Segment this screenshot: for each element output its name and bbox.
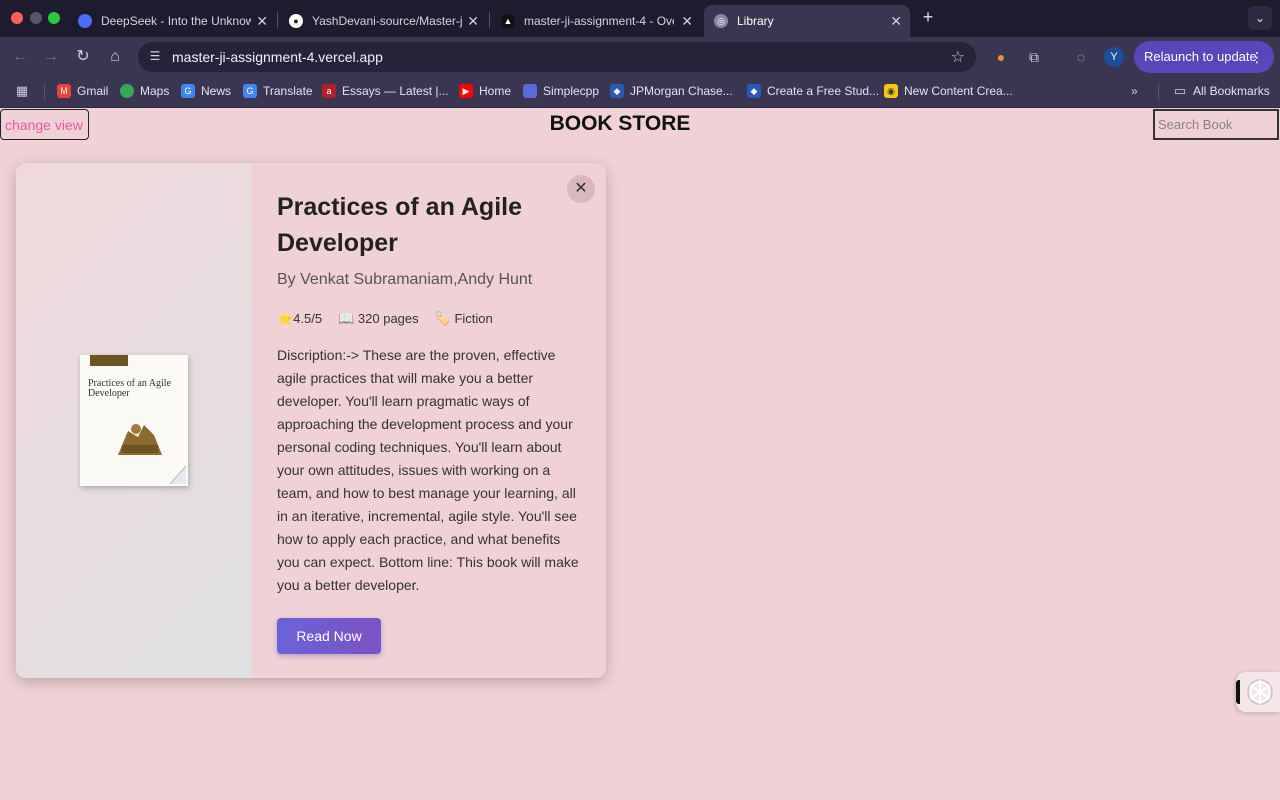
bookmark-label: Gmail — [77, 84, 109, 98]
browser-tab-github[interactable]: ● YashDevani-source/Master-ji ✕ — [279, 5, 487, 37]
publisher-band — [90, 355, 128, 366]
bookmarks-bar: ▦ M Gmail Maps G News G Translate a Essays —… — [0, 77, 1280, 108]
browser-tab-bar: DeepSeek - Into the Unknown ✕ ● YashDeva… — [0, 0, 1280, 37]
close-tab-icon[interactable]: ✕ — [681, 13, 693, 30]
cover-title: Practices of an Agile Developer — [88, 378, 172, 399]
bookmark-label: All Bookmarks — [1193, 84, 1270, 98]
performance-icon[interactable]: ◌ — [1072, 48, 1090, 66]
tab-search-button[interactable]: ⌄ — [1248, 6, 1272, 30]
bookmarks-divider — [1158, 84, 1159, 100]
bookmark-news[interactable]: G News — [181, 84, 231, 98]
close-window-button[interactable] — [11, 12, 23, 24]
widget-edge — [1236, 680, 1240, 704]
read-now-button[interactable]: Read Now — [277, 618, 381, 654]
relaunch-button[interactable]: Relaunch to update ⋮ — [1134, 41, 1274, 73]
browser-toolbar: ← → ↻ ⌂ ☰ master-ji-assignment-4.vercel.… — [0, 37, 1280, 77]
bookmark-label: News — [201, 84, 232, 98]
forward-arrow-icon[interactable]: → — [40, 46, 62, 68]
book-genre: 🏷️ Fiction — [434, 311, 493, 326]
maps-icon — [120, 84, 134, 98]
url-text[interactable]: master-ji-assignment-4.vercel.app — [172, 49, 383, 65]
create-icon: ◆ — [747, 84, 761, 98]
new-tab-button[interactable]: + — [918, 7, 938, 29]
bookmark-label: New Content Crea... — [904, 84, 1013, 98]
more-bookmarks-chevron-icon[interactable]: » — [1131, 84, 1138, 98]
extensions-puzzle-icon[interactable]: ⧉ — [1025, 48, 1043, 66]
bookmark-essays[interactable]: a Essays — Latest |... — [322, 84, 449, 98]
browser-tab-library[interactable]: ◎ Library ✕ — [704, 5, 910, 37]
close-tab-icon[interactable]: ✕ — [890, 13, 902, 30]
bookmark-label: JPMorgan Chase... — [630, 84, 733, 98]
back-arrow-icon[interactable]: ← — [9, 46, 31, 68]
bookmark-gmail[interactable]: M Gmail — [57, 84, 108, 98]
essays-icon: a — [322, 84, 336, 98]
book-rating: ⭐4.5/5 — [277, 311, 323, 326]
deepseek-icon — [78, 14, 92, 28]
profile-avatar[interactable]: Y — [1104, 47, 1124, 67]
bookmark-label: Maps — [140, 84, 170, 98]
assistant-flower-icon — [1247, 679, 1273, 705]
reload-icon[interactable]: ↻ — [72, 46, 94, 68]
bookmark-new-content[interactable]: ◉ New Content Crea... — [884, 84, 1013, 98]
news-icon: G — [181, 84, 195, 98]
apps-grid-icon[interactable]: ▦ — [15, 83, 35, 98]
bookmark-translate[interactable]: G Translate — [243, 84, 313, 98]
relaunch-label: Relaunch to update — [1144, 49, 1257, 64]
translate-icon: G — [243, 84, 257, 98]
site-settings-icon[interactable]: ☰ — [147, 49, 163, 65]
extension-icon[interactable]: ● — [992, 48, 1010, 66]
more-menu-icon[interactable]: ⋮ — [1250, 41, 1264, 73]
github-icon: ● — [289, 14, 303, 28]
youtube-icon: ▶ — [459, 84, 473, 98]
bookmark-create-student[interactable]: ◆ Create a Free Stud... — [747, 84, 879, 98]
bookmark-label: Home — [479, 84, 512, 98]
floating-assistant-widget[interactable] — [1236, 672, 1280, 712]
all-bookmarks-folder[interactable]: ▭ All Bookmarks — [1173, 83, 1270, 98]
bookmark-home[interactable]: ▶ Home — [459, 84, 511, 98]
cover-illustration — [118, 424, 162, 455]
address-bar[interactable]: ☰ master-ji-assignment-4.vercel.app ☆ — [138, 42, 976, 72]
tab-divider — [277, 12, 278, 28]
close-tab-icon[interactable]: ✕ — [467, 13, 479, 30]
book-pages: 📖 320 pages — [338, 311, 419, 326]
folder-icon: ▭ — [1173, 83, 1187, 98]
home-icon[interactable]: ⌂ — [104, 46, 126, 68]
tab-title: DeepSeek - Into the Unknown — [101, 14, 251, 28]
book-detail-card: Practices of an Agile Developer ✕ Practi… — [16, 163, 606, 678]
gmail-icon: M — [57, 84, 71, 98]
bookmark-jpmorgan[interactable]: ◆ JPMorgan Chase... — [610, 84, 733, 98]
bookmark-simplecpp[interactable]: Simplecpp — [523, 84, 599, 98]
maximize-window-button[interactable] — [48, 12, 60, 24]
bookmark-label: Simplecpp — [543, 84, 600, 98]
vercel-icon: ▲ — [501, 14, 515, 28]
globe-icon: ◎ — [714, 14, 728, 28]
tab-title: Library — [737, 14, 774, 28]
minimize-window-button[interactable] — [30, 12, 42, 24]
bookmark-label: Create a Free Stud... — [767, 84, 880, 98]
close-button[interactable]: ✕ — [567, 175, 595, 203]
book-title: Practices of an Agile Developer — [277, 193, 522, 257]
page-curl-icon — [170, 466, 186, 484]
tab-title: YashDevani-source/Master-ji — [312, 14, 462, 28]
bookmark-label: Essays — Latest |... — [342, 84, 449, 98]
search-input[interactable] — [1153, 109, 1279, 140]
page-title: BOOK STORE — [549, 112, 691, 135]
bookmarks-divider — [44, 84, 45, 100]
browser-tab-vercel[interactable]: ▲ master-ji-assignment-4 - Ove ✕ — [491, 5, 701, 37]
tab-divider — [489, 12, 490, 28]
close-tab-icon[interactable]: ✕ — [256, 13, 268, 30]
jpmorgan-icon: ◆ — [610, 84, 624, 98]
cover-panel: Practices of an Agile Developer — [16, 163, 252, 678]
simplecpp-icon — [523, 84, 537, 98]
book-author: By Venkat Subramaniam,Andy Hunt — [277, 271, 533, 288]
book-description: Discription:-> These are the proven, eff… — [277, 347, 579, 593]
bookmark-label: Translate — [263, 84, 313, 98]
bookmark-star-icon[interactable]: ☆ — [951, 47, 965, 67]
content-icon: ◉ — [884, 84, 898, 98]
book-cover-image: Practices of an Agile Developer — [80, 355, 188, 486]
browser-tab-deepseek[interactable]: DeepSeek - Into the Unknown ✕ — [68, 5, 276, 37]
bookmark-maps[interactable]: Maps — [120, 84, 169, 98]
book-meta: ⭐4.5/5 📖 320 pages 🏷️ Fiction — [277, 311, 509, 327]
tab-title: master-ji-assignment-4 - Ove — [524, 14, 674, 28]
